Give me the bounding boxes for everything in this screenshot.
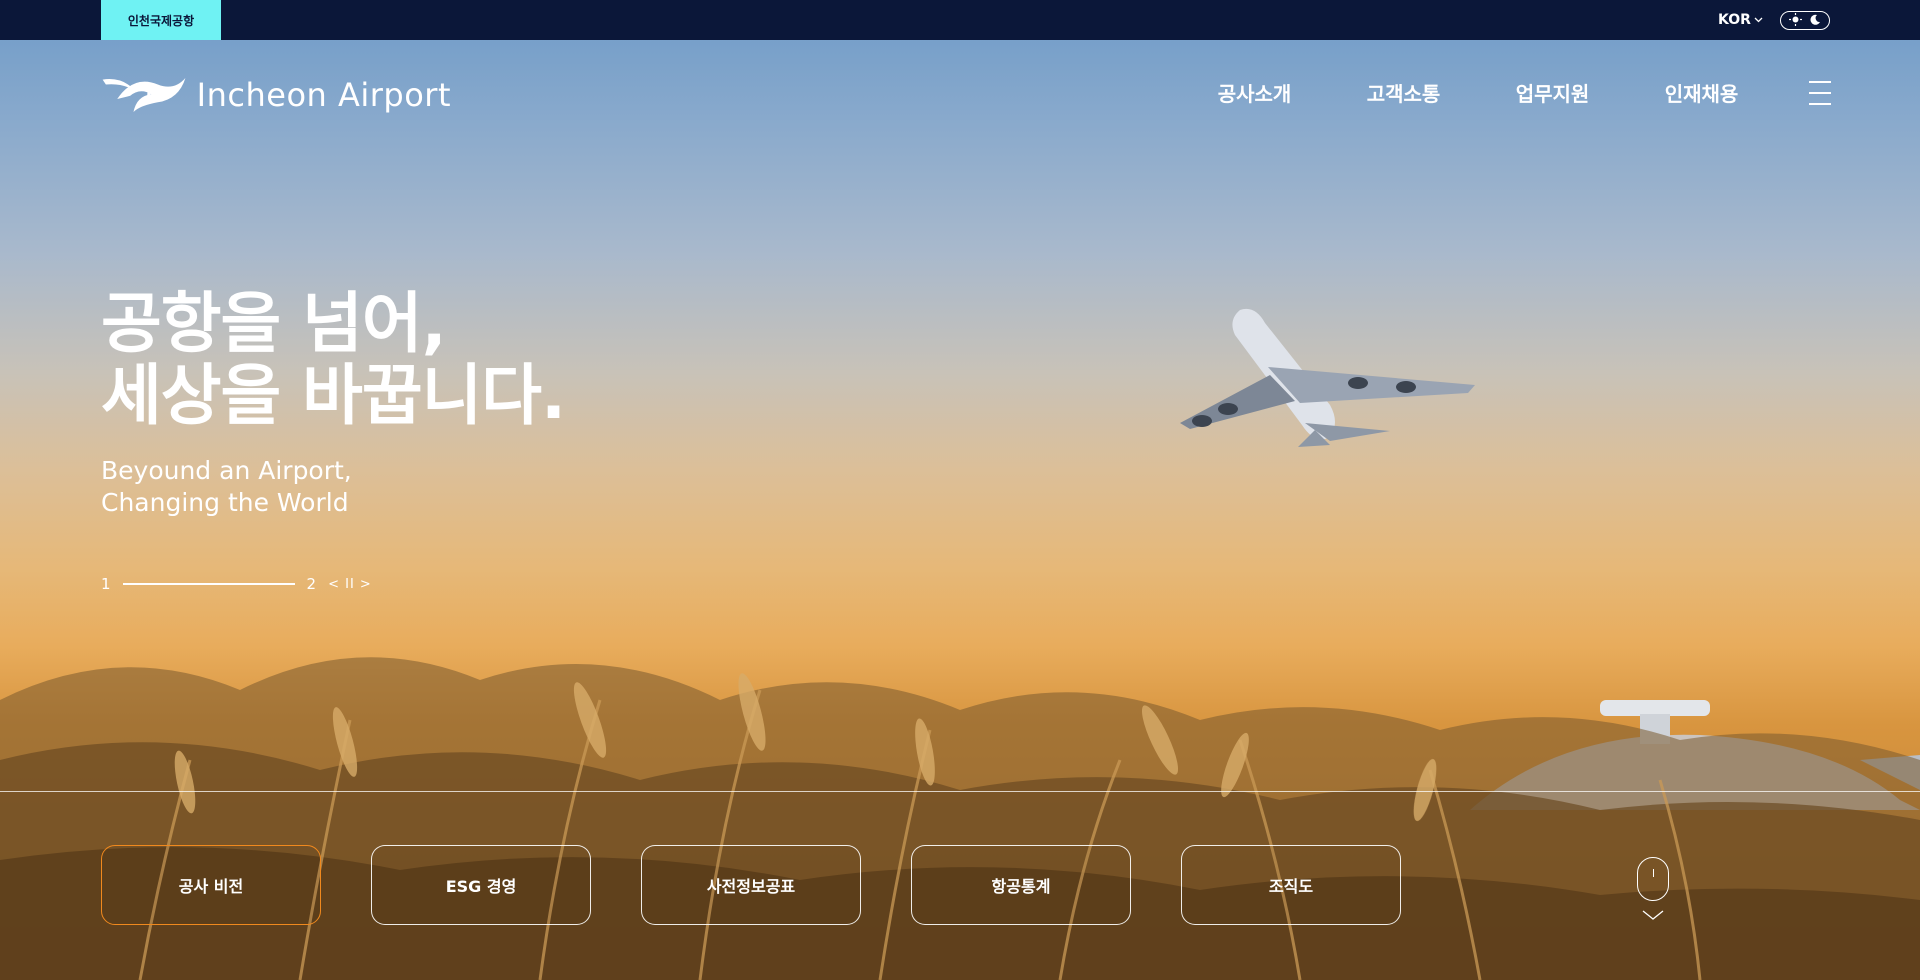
slide-total-number: 2	[306, 575, 317, 593]
theme-toggle[interactable]	[1780, 11, 1830, 30]
language-label: KOR	[1718, 12, 1751, 28]
scroll-down-indicator[interactable]	[1637, 857, 1669, 927]
slide-current-number: 1	[101, 575, 111, 593]
airplane	[1180, 308, 1475, 447]
sun-icon	[1788, 11, 1802, 30]
chevron-down-icon	[1754, 16, 1763, 26]
nav-item-business-support[interactable]: 업무지원	[1478, 78, 1627, 110]
hero-title: 공항을 넘어, 세상을 바꿉니다.	[101, 288, 801, 432]
site-tab-incheon-airport[interactable]: 인천국제공항	[101, 0, 221, 40]
language-selector[interactable]: KOR	[1718, 11, 1763, 29]
quick-link-org-chart[interactable]: 조직도	[1181, 845, 1401, 925]
hero-subtitle: Beyound an Airport, Changing the World	[101, 455, 601, 519]
hero-title-line-1: 공항을 넘어,	[101, 285, 447, 362]
hero-title-line-2: 세상을 바꿉니다.	[101, 357, 566, 434]
logo-text: Incheon Airport	[196, 76, 451, 114]
quick-link-corporate-vision[interactable]: 공사 비전	[101, 845, 321, 925]
slide-progress-bar	[122, 583, 295, 585]
section-divider	[0, 791, 1920, 792]
hamburger-menu-icon[interactable]	[1809, 81, 1831, 105]
quick-link-prior-disclosure[interactable]: 사전정보공표	[641, 845, 861, 925]
slider-pagination: 1 2 < II >	[101, 574, 372, 594]
quick-link-aviation-statistics[interactable]: 항공통계	[911, 845, 1131, 925]
hero-subtitle-line-2: Changing the World	[101, 488, 349, 517]
incheon-airport-logo[interactable]: Incheon Airport	[101, 68, 451, 122]
quick-links: 공사 비전 ESG 경영 사전정보공표 항공통계 조직도	[101, 845, 1401, 925]
hero-subtitle-line-1: Beyound an Airport,	[101, 456, 352, 485]
chevron-down-icon	[1642, 910, 1664, 920]
moon-icon	[1809, 11, 1821, 30]
main-navigation: 공사소개 고객소통 업무지원 인재채용	[1180, 78, 1776, 110]
slider-controls[interactable]: < II >	[328, 577, 372, 592]
mouse-icon	[1637, 857, 1669, 901]
nav-item-customer-communication[interactable]: 고객소통	[1329, 78, 1478, 110]
quick-link-esg-management[interactable]: ESG 경영	[371, 845, 591, 925]
utility-bar: 인천국제공항 KOR	[0, 0, 1920, 40]
nav-item-recruitment[interactable]: 인재채용	[1627, 78, 1776, 110]
logo-emblem-icon	[102, 77, 186, 113]
slide-progress-fill	[122, 583, 295, 585]
nav-item-company-intro[interactable]: 공사소개	[1180, 78, 1329, 110]
